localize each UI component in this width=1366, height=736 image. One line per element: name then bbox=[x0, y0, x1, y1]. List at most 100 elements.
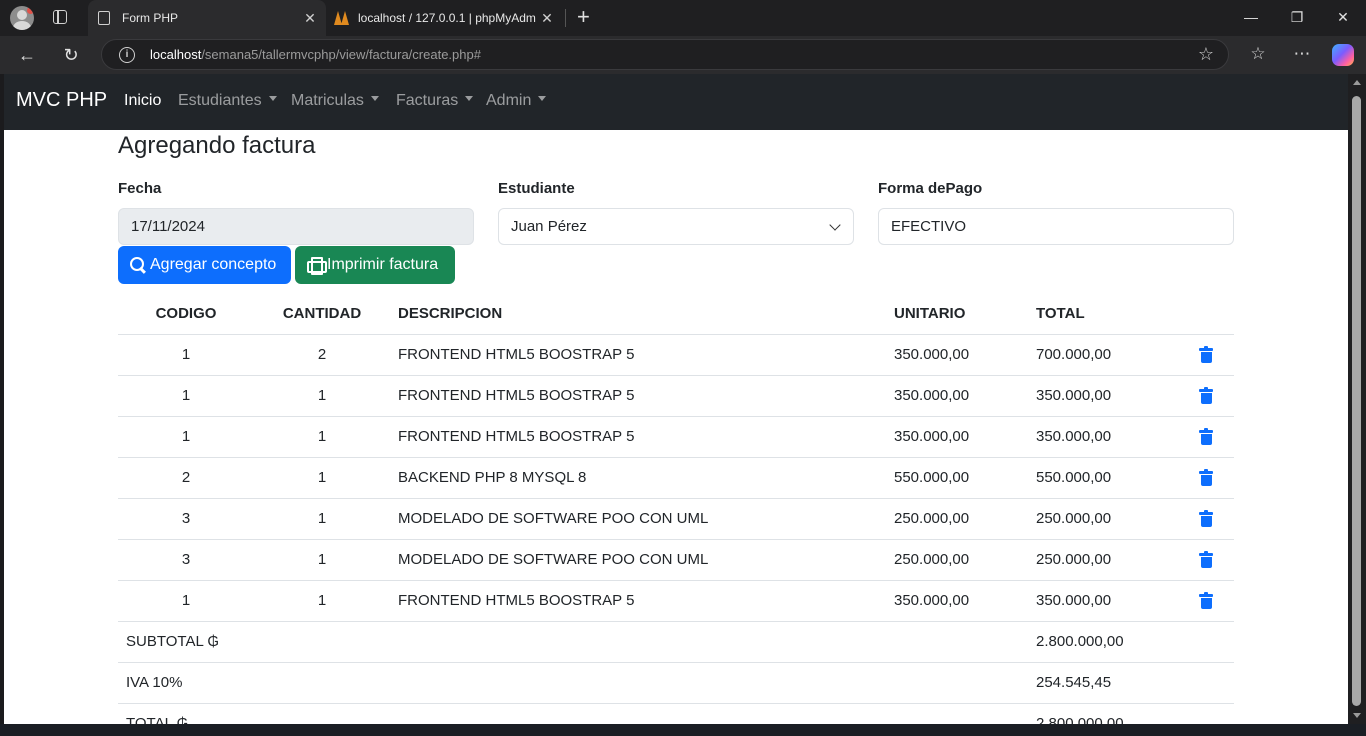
nav-item-admin[interactable]: Admin bbox=[486, 92, 547, 110]
header-descripcion: DESCRIPCION bbox=[390, 294, 886, 335]
delete-row-button[interactable] bbox=[1178, 334, 1234, 376]
trash-icon bbox=[1199, 551, 1213, 569]
agregar-concepto-button[interactable]: Agregar concepto bbox=[118, 246, 291, 284]
factura-items-table: CODIGO CANTIDAD DESCRIPCION UNITARIO TOT… bbox=[118, 294, 1234, 724]
summary-value: 254.545,45 bbox=[1028, 662, 1234, 704]
restore-icon[interactable]: ❐ bbox=[1274, 0, 1320, 36]
cell-codigo: 3 bbox=[118, 539, 254, 581]
cell-cantidad: 1 bbox=[254, 539, 390, 581]
delete-row-button[interactable] bbox=[1178, 375, 1234, 417]
fecha-input[interactable]: 17/11/2024 bbox=[118, 208, 474, 245]
header-unitario: UNITARIO bbox=[886, 294, 1028, 335]
printer-icon bbox=[307, 257, 327, 275]
caret-down-icon bbox=[370, 96, 379, 102]
caret-down-icon bbox=[465, 96, 474, 102]
refresh-icon[interactable]: ↻ bbox=[58, 42, 84, 68]
cell-total: 350.000,00 bbox=[1028, 580, 1178, 622]
summary-row-iva: IVA 10% 254.545,45 bbox=[118, 662, 1234, 704]
summary-label: TOTAL ₲ bbox=[118, 703, 1028, 724]
table-row: 2 1 BACKEND PHP 8 MYSQL 8 550.000,00 550… bbox=[118, 457, 1234, 499]
cell-total: 350.000,00 bbox=[1028, 375, 1178, 417]
tab-actions-icon[interactable] bbox=[53, 10, 67, 24]
nav-item-matriculas[interactable]: Matriculas bbox=[291, 92, 379, 110]
cell-total: 250.000,00 bbox=[1028, 539, 1178, 581]
summary-value: 2.800.000,00 bbox=[1028, 703, 1234, 724]
delete-row-button[interactable] bbox=[1178, 416, 1234, 458]
cell-unitario: 350.000,00 bbox=[886, 334, 1028, 376]
back-arrow-icon[interactable]: ← bbox=[14, 42, 40, 68]
browser-tab-phpmyadmin[interactable]: localhost / 127.0.0.1 | phpMyAdm ✕ bbox=[328, 0, 563, 36]
caret-down-icon bbox=[538, 96, 547, 102]
cell-cantidad: 2 bbox=[254, 334, 390, 376]
delete-row-button[interactable] bbox=[1178, 498, 1234, 540]
trash-icon bbox=[1199, 387, 1213, 405]
cell-total: 350.000,00 bbox=[1028, 416, 1178, 458]
page-viewport: MVC PHP Inicio Estudiantes Matriculas Fa… bbox=[4, 74, 1348, 724]
trash-icon bbox=[1199, 428, 1213, 446]
cell-descripcion: FRONTEND HTML5 BOOSTRAP 5 bbox=[390, 334, 886, 376]
phpmyadmin-icon bbox=[334, 11, 350, 25]
address-bar[interactable]: i localhost/semana5/tallermvcphp/view/fa… bbox=[101, 39, 1229, 70]
nav-item-facturas[interactable]: Facturas bbox=[396, 92, 474, 110]
browser-tab-form-php[interactable]: Form PHP ✕ bbox=[88, 0, 326, 36]
scrollbar-thumb[interactable] bbox=[1352, 96, 1361, 706]
estudiante-selected-value: Juan Pérez bbox=[511, 218, 587, 235]
summary-value: 2.800.000,00 bbox=[1028, 621, 1234, 663]
cell-unitario: 350.000,00 bbox=[886, 375, 1028, 417]
url-text[interactable]: localhost/semana5/tallermvcphp/view/fact… bbox=[150, 47, 481, 62]
delete-row-button[interactable] bbox=[1178, 580, 1234, 622]
summary-row-total: TOTAL ₲ 2.800.000,00 bbox=[118, 703, 1234, 724]
cell-descripcion: FRONTEND HTML5 BOOSTRAP 5 bbox=[390, 416, 886, 458]
profile-avatar-icon[interactable] bbox=[10, 6, 34, 30]
cell-total: 550.000,00 bbox=[1028, 457, 1178, 499]
trash-icon bbox=[1199, 469, 1213, 487]
nav-item-inicio[interactable]: Inicio bbox=[124, 92, 161, 110]
table-row: 1 1 FRONTEND HTML5 BOOSTRAP 5 350.000,00… bbox=[118, 375, 1234, 417]
nav-item-estudiantes[interactable]: Estudiantes bbox=[178, 92, 277, 110]
trash-icon bbox=[1199, 592, 1213, 610]
navbar-brand[interactable]: MVC PHP bbox=[16, 89, 107, 112]
favorite-star-icon[interactable]: ☆ bbox=[1198, 44, 1214, 65]
scroll-down-icon[interactable] bbox=[1353, 713, 1361, 718]
cell-codigo: 1 bbox=[118, 416, 254, 458]
cell-codigo: 3 bbox=[118, 498, 254, 540]
copilot-icon[interactable] bbox=[1332, 44, 1354, 66]
delete-row-button[interactable] bbox=[1178, 539, 1234, 581]
estudiante-select[interactable]: Juan Pérez bbox=[498, 208, 854, 245]
cell-cantidad: 1 bbox=[254, 375, 390, 417]
delete-row-button[interactable] bbox=[1178, 457, 1234, 499]
imprimir-factura-button[interactable]: Imprimir factura bbox=[295, 246, 455, 284]
browser-toolbar: ← ↻ i localhost/semana5/tallermvcphp/vie… bbox=[0, 36, 1366, 74]
table-row: 1 1 FRONTEND HTML5 BOOSTRAP 5 350.000,00… bbox=[118, 416, 1234, 458]
cell-cantidad: 1 bbox=[254, 457, 390, 499]
minimize-icon[interactable]: — bbox=[1228, 0, 1274, 36]
favorites-icon[interactable]: ☆ bbox=[1246, 44, 1270, 64]
tab-title: localhost / 127.0.0.1 | phpMyAdm bbox=[358, 11, 536, 25]
fecha-label: Fecha bbox=[118, 180, 162, 197]
close-window-icon[interactable]: ✕ bbox=[1320, 0, 1366, 36]
cell-cantidad: 1 bbox=[254, 580, 390, 622]
more-options-icon[interactable]: ⋯ bbox=[1290, 44, 1314, 64]
page-scrollbar[interactable] bbox=[1348, 74, 1366, 724]
tab-title: Form PHP bbox=[122, 11, 179, 25]
table-row: 3 1 MODELADO DE SOFTWARE POO CON UML 250… bbox=[118, 539, 1234, 581]
header-cantidad: CANTIDAD bbox=[254, 294, 390, 335]
new-tab-icon[interactable]: + bbox=[577, 6, 590, 28]
header-actions bbox=[1178, 294, 1234, 335]
scroll-up-icon[interactable] bbox=[1353, 80, 1361, 85]
header-total: TOTAL bbox=[1028, 294, 1178, 335]
cell-unitario: 250.000,00 bbox=[886, 539, 1028, 581]
site-info-icon[interactable]: i bbox=[119, 47, 135, 63]
table-row: 3 1 MODELADO DE SOFTWARE POO CON UML 250… bbox=[118, 498, 1234, 540]
tab-separator bbox=[565, 9, 566, 27]
forma-pago-input[interactable]: EFECTIVO bbox=[878, 208, 1234, 245]
cell-unitario: 350.000,00 bbox=[886, 580, 1028, 622]
cell-total: 700.000,00 bbox=[1028, 334, 1178, 376]
table-header-row: CODIGO CANTIDAD DESCRIPCION UNITARIO TOT… bbox=[118, 294, 1234, 335]
forma-pago-label: Forma dePago bbox=[878, 180, 983, 197]
cell-descripcion: MODELADO DE SOFTWARE POO CON UML bbox=[390, 498, 886, 540]
close-tab-icon[interactable]: ✕ bbox=[300, 10, 320, 27]
close-tab-icon[interactable]: ✕ bbox=[537, 10, 557, 27]
chevron-down-icon bbox=[829, 219, 841, 231]
cell-codigo: 2 bbox=[118, 457, 254, 499]
